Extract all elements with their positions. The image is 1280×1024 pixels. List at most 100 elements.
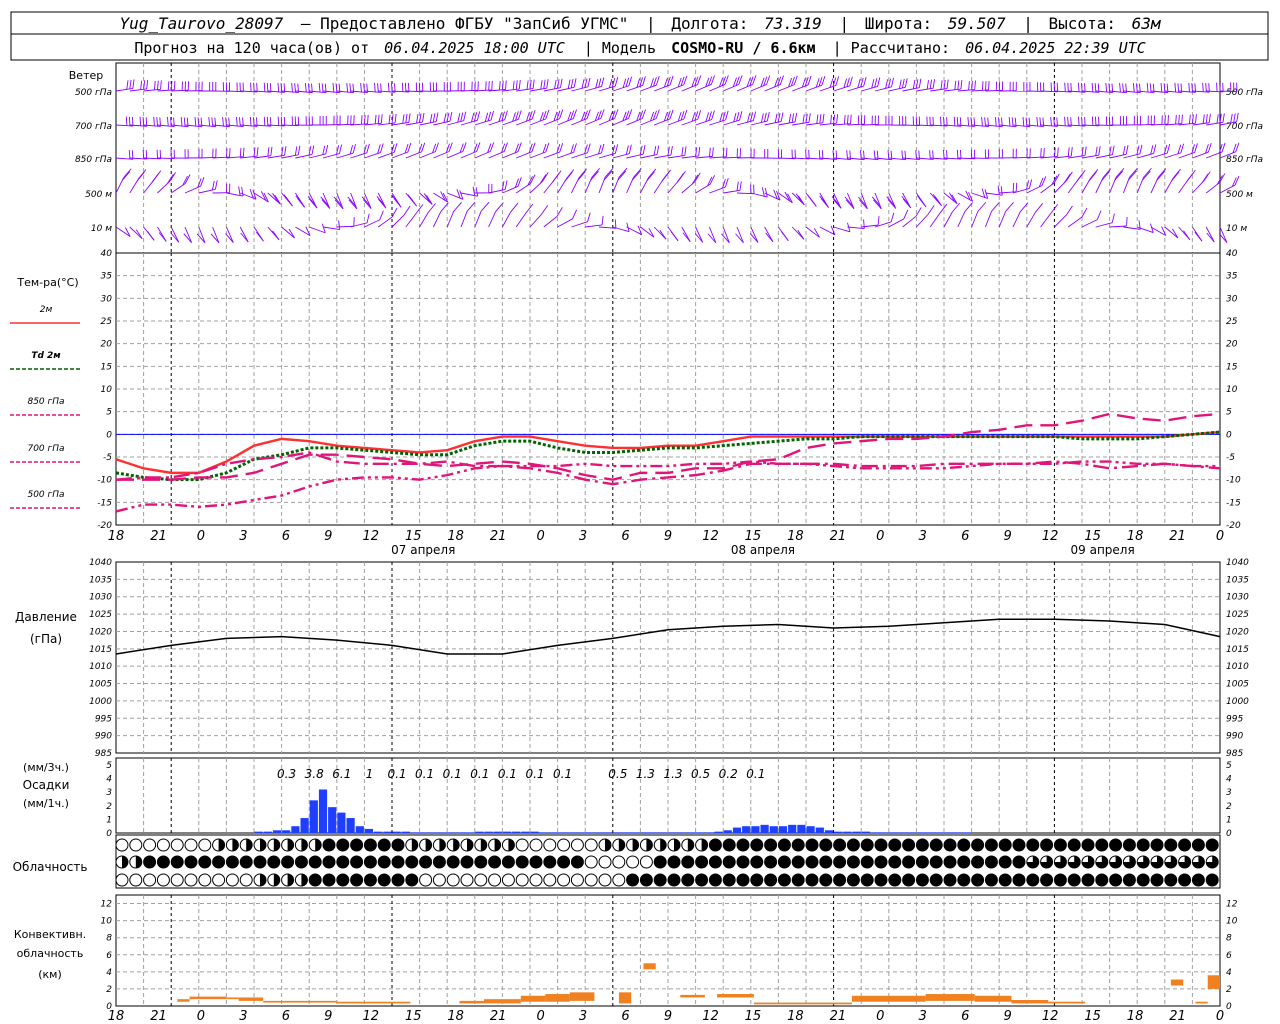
wind-barb-feather (949, 192, 956, 203)
wind-barb-staff (309, 226, 326, 234)
cloud-symbol-high (1178, 838, 1192, 852)
wind-barb-feather (140, 80, 143, 90)
lon-label: Долгота: (671, 14, 748, 33)
cloud-circle (253, 855, 267, 869)
wind-barb-feather (991, 201, 1000, 212)
cloud-symbol-middle (971, 855, 985, 869)
cloud-symbol-middle (308, 855, 322, 869)
wind-barb-feather (170, 80, 173, 91)
wind-barb-feather (1234, 175, 1240, 186)
wind-barb (322, 115, 341, 126)
wind-barb (364, 210, 384, 228)
cloud-circle (529, 855, 543, 869)
cloud-circle (708, 838, 722, 852)
cloud-symbol-low (846, 873, 860, 887)
wind-barb (529, 172, 549, 194)
cloud-symbol-middle (253, 855, 267, 869)
convective-bar (238, 997, 264, 1001)
cloud-symbol-low (115, 873, 129, 887)
sep-3: | (1023, 14, 1033, 33)
wind-barb-feather (682, 232, 691, 243)
wind-barb-feather (277, 82, 280, 92)
cloud-symbol-high (239, 838, 253, 852)
cloud-circle (225, 873, 239, 887)
cloud-circle (336, 855, 350, 869)
wind-barb-feather (427, 203, 436, 213)
cloud-symbol-middle (708, 855, 722, 869)
wind-barb-feather (684, 146, 687, 156)
wind-barb-feather (932, 79, 936, 89)
wind-barb-feather (821, 76, 826, 86)
wind-barb-feather (123, 168, 132, 179)
wind-barb (1123, 115, 1141, 126)
precip-bar (254, 831, 263, 833)
cloud-circle (943, 855, 957, 869)
cloud-symbol-high (281, 838, 295, 852)
wind-barb (805, 192, 817, 207)
cloud-circle (432, 855, 446, 869)
wind-barb-feather (581, 79, 585, 89)
wind-barb (1067, 207, 1088, 228)
precip-bar (677, 832, 686, 833)
lat-value: 59.507 (948, 14, 1006, 33)
wind-barb-feather (844, 196, 854, 207)
cloud-symbol-high (612, 838, 626, 852)
precip-bar (870, 832, 880, 833)
cloud-symbol-high (943, 838, 957, 852)
wind-barb-feather (267, 147, 270, 157)
cloud-fill (287, 839, 294, 851)
wind-barb (750, 75, 771, 92)
cloud-circle (474, 855, 488, 869)
wind-barb-feather (488, 81, 490, 91)
cloud-symbol-high (336, 838, 350, 852)
wind-barb (184, 81, 203, 92)
convective-tick-left: 4 (106, 968, 112, 978)
wind-barb-feather (1005, 201, 1014, 212)
wind-barb-feather (1122, 83, 1124, 93)
wind-barb-staff (736, 226, 744, 243)
pressure-tick-left: 990 (95, 732, 112, 742)
cloud-circle (350, 873, 364, 887)
wind-barb (819, 192, 829, 208)
wind-barb (902, 207, 922, 228)
wind-barb-staff (1164, 226, 1179, 239)
precip-bar (751, 826, 760, 833)
wind-barb (1040, 147, 1059, 159)
wind-barb (129, 226, 143, 240)
wind-barb-feather (208, 117, 211, 127)
x-tick-label-temp: 6 (282, 529, 290, 544)
x-tick-label-bottom: 15 (745, 1009, 762, 1024)
wind-barb-feather (1111, 213, 1115, 223)
cloud-circle (846, 855, 860, 869)
x-tick-label-temp: 21 (830, 529, 847, 544)
cloud-symbol-middle (115, 855, 129, 869)
wind-barb (943, 202, 961, 228)
wind-barb (1164, 168, 1181, 194)
pressure-tick-right: 1030 (1226, 593, 1249, 603)
cloud-symbol-low (722, 873, 736, 887)
cloud-symbol-middle (1095, 855, 1109, 869)
cloud-symbol-middle (639, 855, 653, 869)
cloud-symbol-high (639, 838, 653, 852)
wind-barb-feather (622, 78, 627, 88)
cloud-symbol-low (915, 873, 929, 887)
wind-barb-feather (625, 77, 630, 87)
cloud-circle (184, 838, 198, 852)
temp-tick-left: 25 (101, 317, 113, 327)
cloud-symbol-high (570, 838, 584, 852)
wind-barb (844, 192, 855, 209)
wind-barb-feather (490, 110, 494, 121)
wind-barb (584, 168, 601, 194)
x-tick-label-bottom: 0 (197, 1009, 205, 1024)
cloud-symbol-high (267, 838, 281, 852)
cloud-symbol-middle (170, 855, 184, 869)
wind-barb (488, 80, 507, 92)
wind-barb-feather (642, 76, 646, 86)
x-tick-label-temp: 18 (787, 529, 804, 544)
wind-barb (695, 175, 715, 194)
precip-bar (760, 824, 769, 833)
x-tick-label-bottom: 15 (405, 1009, 422, 1024)
wind-barb (930, 79, 949, 92)
cloud-symbol-middle (764, 855, 778, 869)
cloud-circle (129, 873, 143, 887)
